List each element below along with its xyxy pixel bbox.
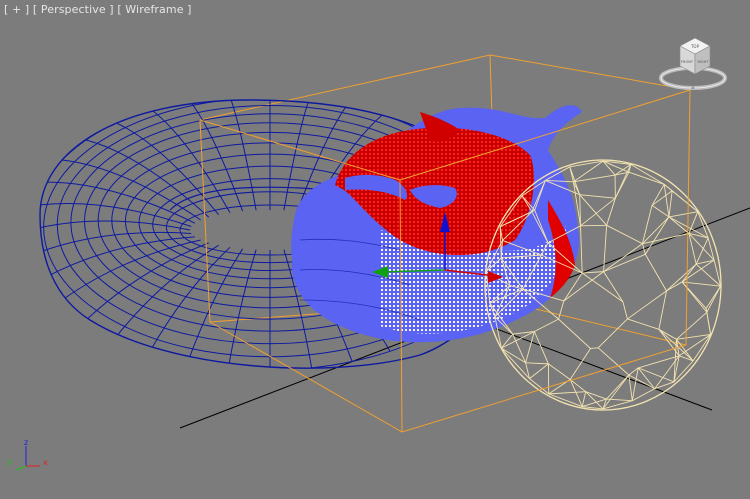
scene-canvas[interactable] [0,0,750,499]
axis-x-label: x [43,458,48,467]
viewcube-top-label[interactable]: TOP [690,44,700,49]
axis-z-label: z [24,438,28,447]
viewcube-front-label[interactable]: FRONT [681,60,694,64]
geosphere-wireframe[interactable] [484,159,722,411]
axis-y-label: y [7,457,12,466]
viewcube-right-label[interactable]: RIGHT [698,60,710,64]
viewcube-icon[interactable]: TOP FRONT RIGHT [655,32,735,96]
axis-tripod-icon: z x y [7,438,48,471]
perspective-viewport[interactable]: [ + ] [ Perspective ] [ Wireframe ] TOP … [0,0,750,499]
